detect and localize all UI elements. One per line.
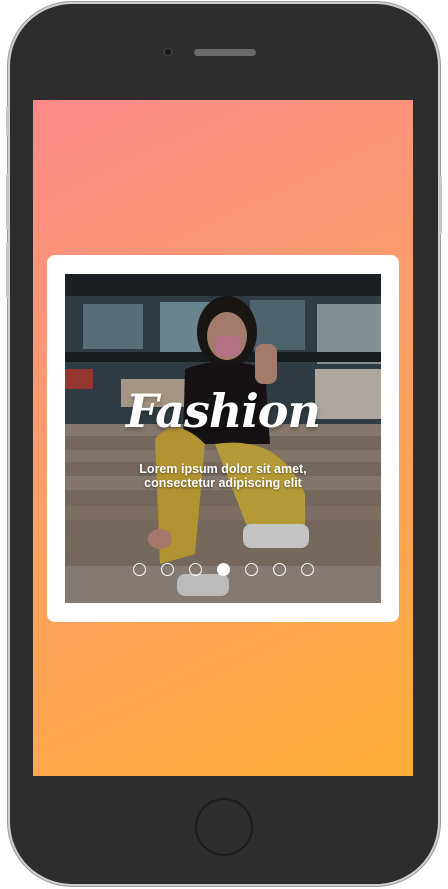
home-button[interactable] [195,798,253,856]
carousel-pagination [65,563,381,576]
slide-photo[interactable]: Fashion Lorem ipsum dolor sit amet, cons… [65,274,381,603]
earpiece-speaker [194,49,256,56]
power-button [439,176,442,234]
fashion-photo [65,274,381,603]
pagination-dot-4[interactable] [216,563,230,576]
slider-card: Fashion Lorem ipsum dolor sit amet, cons… [47,255,399,622]
pagination-dot-5[interactable] [244,563,258,576]
screen: Fashion Lorem ipsum dolor sit amet, cons… [33,100,413,776]
pagination-dot-1[interactable] [132,563,146,576]
silent-switch [6,106,9,136]
volume-up-button [6,174,9,230]
pagination-dot-2[interactable] [160,563,174,576]
slide-title: Fashion [126,384,321,438]
front-camera [163,47,173,57]
pagination-dot-6[interactable] [272,563,286,576]
phone-frame: Fashion Lorem ipsum dolor sit amet, cons… [6,4,442,884]
slide-subtitle: Lorem ipsum dolor sit amet, consectetur … [139,462,307,490]
pagination-dot-7[interactable] [300,563,314,576]
volume-down-button [6,242,9,298]
pagination-dot-3[interactable] [188,563,202,576]
